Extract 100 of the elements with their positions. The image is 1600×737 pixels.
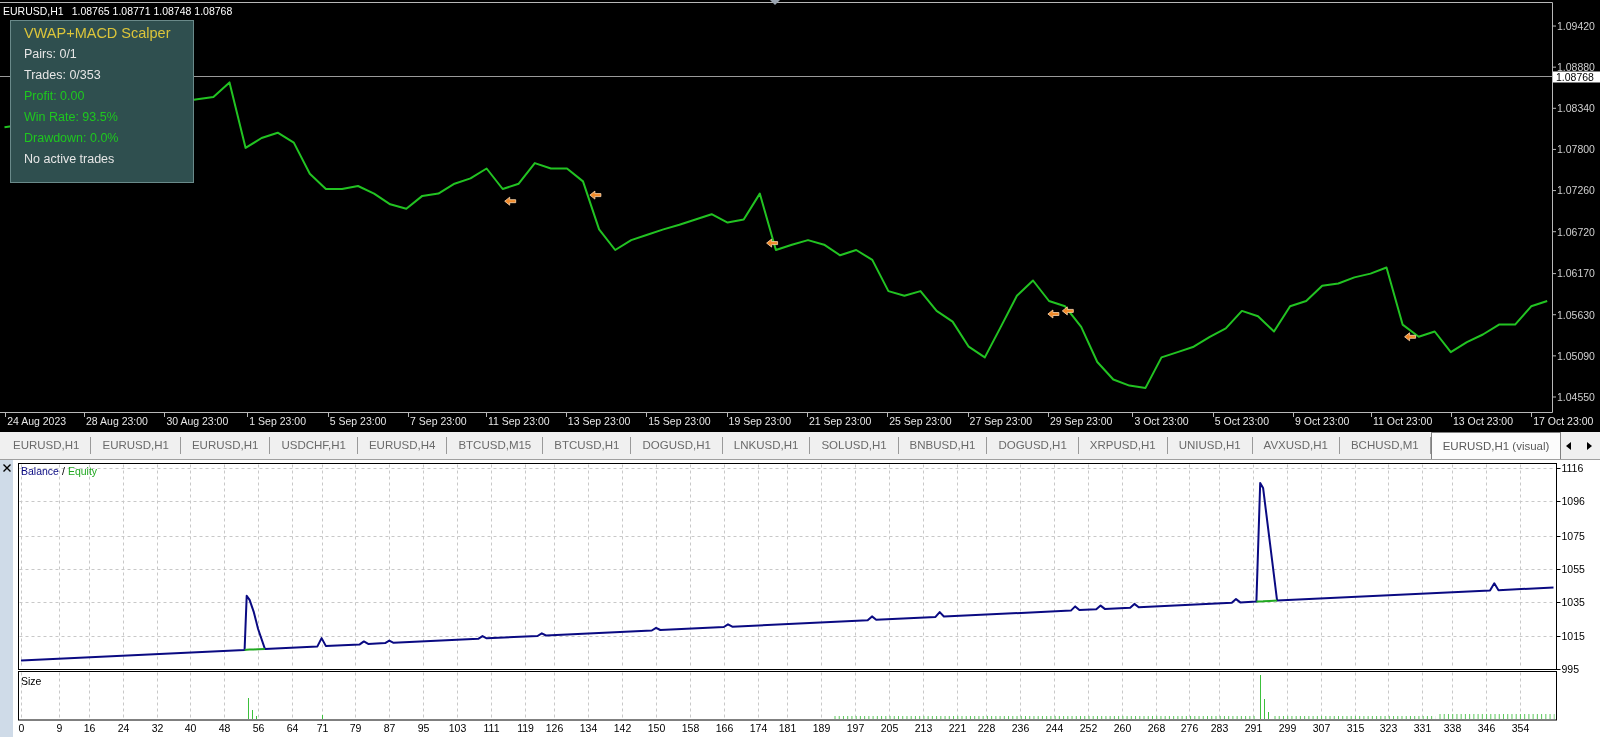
trade-number-label: 142 <box>613 722 632 734</box>
trade-number-label: 307 <box>1312 722 1331 734</box>
chart-tab[interactable]: EURUSD,H1 <box>2 432 91 459</box>
trade-arrow-icon <box>1404 332 1416 342</box>
info-panel-line: Trades: 0/353 <box>24 67 101 84</box>
info-panel-line: No active trades <box>24 151 115 168</box>
time-axis-label: 19 Sep 23:00 <box>728 415 792 427</box>
trade-number-label: 228 <box>977 722 996 734</box>
trade-number-label: 268 <box>1147 722 1166 734</box>
time-axis-label: 21 Sep 23:00 <box>808 415 872 427</box>
time-axis-label: 5 Sep 23:00 <box>329 415 387 427</box>
chart-tab[interactable]: BNBUSD,H1 <box>898 432 987 459</box>
chart-tab[interactable]: BCHUSD,M1 <box>1339 432 1430 459</box>
trade-number-label: 181 <box>778 722 797 734</box>
size-panel-label: Size <box>21 674 42 687</box>
balance-axis-label: 1015 <box>1561 630 1585 643</box>
trade-number-label: 244 <box>1045 722 1064 734</box>
trade-number-label: 189 <box>812 722 831 734</box>
chart-tab[interactable]: DOGUSD,H1 <box>987 432 1078 459</box>
trade-arrow-icon <box>1061 306 1074 316</box>
trade-arrow-icon <box>766 238 778 248</box>
chart-tab[interactable]: EURUSD,H1 <box>91 432 180 459</box>
trade-number-label: 299 <box>1278 722 1297 734</box>
trade-number-label: 9 <box>56 722 63 734</box>
trade-number-label: 111 <box>483 722 500 734</box>
trade-number-label: 119 <box>517 722 534 734</box>
price-axis-label: 1.05090 <box>1557 349 1595 362</box>
trade-number-label: 291 <box>1244 722 1263 734</box>
chart-tab[interactable]: XRPUSD,H1 <box>1078 432 1167 459</box>
time-axis-label: 9 Oct 23:00 <box>1295 415 1350 427</box>
chart-tab[interactable]: DOGUSD,H1 <box>631 432 722 459</box>
trade-number-label: 40 <box>184 722 197 734</box>
trade-number-label: 252 <box>1079 722 1098 734</box>
trade-number-label: 103 <box>448 722 467 734</box>
trade-number-label: 79 <box>349 722 362 734</box>
trade-number-label: 71 <box>316 722 329 734</box>
time-axis-label: 13 Oct 23:00 <box>1452 415 1513 427</box>
balance-axis-label: 1116 <box>1561 462 1584 475</box>
trade-number-label: 24 <box>117 722 130 734</box>
price-axis-label: 1.06720 <box>1557 225 1595 238</box>
trade-number-label: 276 <box>1180 722 1199 734</box>
time-axis-label: 1 Sep 23:00 <box>249 415 306 427</box>
trade-arrow-icon <box>504 196 517 206</box>
trade-number-label: 346 <box>1477 722 1496 734</box>
price-axis-label: 1.07800 <box>1557 143 1595 156</box>
chart-tab[interactable]: EURUSD,H1 <box>180 432 270 459</box>
trade-number-label: 0 <box>18 722 25 734</box>
trade-number-label: 166 <box>715 722 734 734</box>
trade-number-label: 87 <box>383 722 396 734</box>
chart-tab[interactable]: SOLUSD,H1 <box>810 432 898 459</box>
trade-number-label: 126 <box>545 722 564 734</box>
chart-tab[interactable]: AVXUSD,H1 <box>1252 432 1339 459</box>
chart-tab[interactable]: BTCUSD,M15 <box>447 432 543 459</box>
trade-number-label: 134 <box>579 722 598 734</box>
time-axis-label: 11 Sep 23:00 <box>487 415 550 427</box>
chart-tab[interactable]: USDCHF,H1 <box>270 432 357 459</box>
price-axis-label: 1.06170 <box>1557 267 1595 280</box>
time-axis-label: 17 Oct 23:00 <box>1533 415 1594 427</box>
current-price-label: 1.08768 <box>1553 70 1600 83</box>
time-axis-label: 27 Sep 23:00 <box>969 415 1033 427</box>
chart-tab[interactable]: EURUSD,H1 (visual) <box>1430 432 1562 459</box>
close-icon[interactable] <box>2 464 11 472</box>
trade-number-label: 221 <box>948 722 967 734</box>
chart-quote-prices: 1.08765 1.08771 1.08748 1.08768 <box>71 5 233 17</box>
chart-tab[interactable]: UNIUSD,H1 <box>1167 432 1252 459</box>
balance-axis-label: 1055 <box>1561 563 1585 576</box>
scroll-right-icon[interactable] <box>1587 441 1592 450</box>
chart-tab[interactable]: EURUSD,H4 <box>357 432 447 459</box>
trade-number-label: 331 <box>1413 722 1432 734</box>
balance-axis-label: 1035 <box>1561 596 1585 609</box>
time-axis-label: 5 Oct 23:00 <box>1214 415 1270 427</box>
time-axis-label: 24 Aug 2023 <box>7 415 67 427</box>
chart-tab[interactable]: LNKUSD,H1 <box>722 432 810 459</box>
trade-number-label: 354 <box>1511 722 1530 734</box>
time-axis-label: 11 Oct 23:00 <box>1372 415 1433 427</box>
price-axis-label: 1.09420 <box>1557 19 1595 32</box>
triangle-marker-icon <box>770 0 780 5</box>
chart-tab[interactable]: BTCUSD,H1 <box>543 432 631 459</box>
ref-line-label: 1.08768 <box>1556 70 1595 83</box>
info-panel-line: Pairs: 0/1 <box>24 46 77 63</box>
trade-arrow-icon <box>589 190 602 200</box>
time-axis-label: 25 Sep 23:00 <box>889 415 952 427</box>
price-axis-label: 1.05630 <box>1557 308 1595 321</box>
price-axis-label: 1.07260 <box>1557 184 1595 197</box>
chart-symbol: EURUSD,H1 <box>3 5 64 17</box>
legend-label: Balance <box>21 465 59 477</box>
scroll-left-icon[interactable] <box>1566 441 1571 450</box>
trade-number-label: 315 <box>1346 722 1365 734</box>
trade-number-label: 48 <box>218 722 231 734</box>
trade-arrow-icon <box>1047 309 1060 319</box>
trade-number-label: 150 <box>647 722 666 734</box>
trade-number-label: 32 <box>151 722 164 734</box>
price-axis-label: 1.04550 <box>1557 390 1595 403</box>
time-axis-label: 13 Sep 23:00 <box>567 415 631 427</box>
price-axis-label: 1.08340 <box>1557 102 1595 115</box>
trade-number-label: 338 <box>1443 722 1462 734</box>
trade-number-label: 16 <box>83 722 96 734</box>
price-axis-label: 1.08880 <box>1557 60 1595 73</box>
time-axis-label: 15 Sep 23:00 <box>648 415 711 427</box>
balance-axis-label: 995 <box>1561 663 1580 676</box>
